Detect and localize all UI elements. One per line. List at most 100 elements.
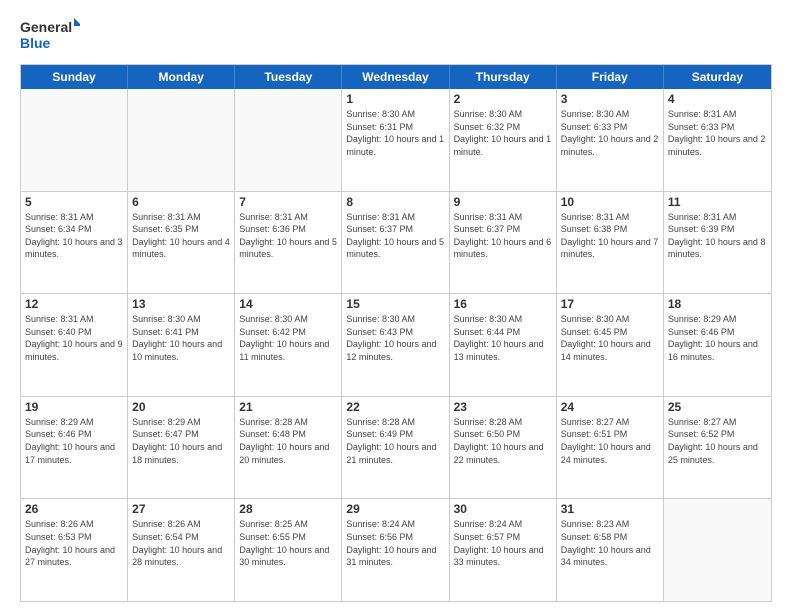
day-info: Sunrise: 8:27 AMSunset: 6:51 PMDaylight:… <box>561 416 659 466</box>
calendar-day-cell: 3 Sunrise: 8:30 AMSunset: 6:33 PMDayligh… <box>557 89 664 191</box>
day-number: 1 <box>346 92 444 106</box>
calendar-day-cell: 18 Sunrise: 8:29 AMSunset: 6:46 PMDaylig… <box>664 294 771 396</box>
calendar-day-cell: 26 Sunrise: 8:26 AMSunset: 6:53 PMDaylig… <box>21 499 128 601</box>
calendar-day-cell: 19 Sunrise: 8:29 AMSunset: 6:46 PMDaylig… <box>21 397 128 499</box>
calendar-day-cell: 12 Sunrise: 8:31 AMSunset: 6:40 PMDaylig… <box>21 294 128 396</box>
calendar-day-cell: 22 Sunrise: 8:28 AMSunset: 6:49 PMDaylig… <box>342 397 449 499</box>
day-info: Sunrise: 8:24 AMSunset: 6:56 PMDaylight:… <box>346 518 444 568</box>
day-number: 31 <box>561 502 659 516</box>
calendar-day-cell: 17 Sunrise: 8:30 AMSunset: 6:45 PMDaylig… <box>557 294 664 396</box>
day-number: 29 <box>346 502 444 516</box>
day-info: Sunrise: 8:31 AMSunset: 6:38 PMDaylight:… <box>561 211 659 261</box>
calendar-day-cell: 23 Sunrise: 8:28 AMSunset: 6:50 PMDaylig… <box>450 397 557 499</box>
calendar-day-cell: 27 Sunrise: 8:26 AMSunset: 6:54 PMDaylig… <box>128 499 235 601</box>
calendar-day-cell: 6 Sunrise: 8:31 AMSunset: 6:35 PMDayligh… <box>128 192 235 294</box>
day-number: 22 <box>346 400 444 414</box>
logo: General Blue <box>20 16 80 54</box>
day-number: 24 <box>561 400 659 414</box>
day-info: Sunrise: 8:31 AMSunset: 6:39 PMDaylight:… <box>668 211 767 261</box>
weekday-header: Monday <box>128 65 235 89</box>
day-number: 17 <box>561 297 659 311</box>
weekday-header: Thursday <box>450 65 557 89</box>
day-number: 13 <box>132 297 230 311</box>
calendar-week-row: 1 Sunrise: 8:30 AMSunset: 6:31 PMDayligh… <box>21 89 771 191</box>
weekday-header: Tuesday <box>235 65 342 89</box>
calendar-day-cell: 20 Sunrise: 8:29 AMSunset: 6:47 PMDaylig… <box>128 397 235 499</box>
day-info: Sunrise: 8:26 AMSunset: 6:54 PMDaylight:… <box>132 518 230 568</box>
day-number: 26 <box>25 502 123 516</box>
weekday-header: Saturday <box>664 65 771 89</box>
day-number: 20 <box>132 400 230 414</box>
day-info: Sunrise: 8:30 AMSunset: 6:45 PMDaylight:… <box>561 313 659 363</box>
day-info: Sunrise: 8:30 AMSunset: 6:42 PMDaylight:… <box>239 313 337 363</box>
day-number: 25 <box>668 400 767 414</box>
day-info: Sunrise: 8:26 AMSunset: 6:53 PMDaylight:… <box>25 518 123 568</box>
day-info: Sunrise: 8:23 AMSunset: 6:58 PMDaylight:… <box>561 518 659 568</box>
calendar-day-cell: 7 Sunrise: 8:31 AMSunset: 6:36 PMDayligh… <box>235 192 342 294</box>
calendar-day-cell: 28 Sunrise: 8:25 AMSunset: 6:55 PMDaylig… <box>235 499 342 601</box>
day-info: Sunrise: 8:28 AMSunset: 6:48 PMDaylight:… <box>239 416 337 466</box>
empty-cell <box>664 499 771 601</box>
weekday-header: Sunday <box>21 65 128 89</box>
day-number: 11 <box>668 195 767 209</box>
weekday-header: Friday <box>557 65 664 89</box>
calendar-day-cell: 10 Sunrise: 8:31 AMSunset: 6:38 PMDaylig… <box>557 192 664 294</box>
calendar-day-cell: 24 Sunrise: 8:27 AMSunset: 6:51 PMDaylig… <box>557 397 664 499</box>
day-info: Sunrise: 8:31 AMSunset: 6:33 PMDaylight:… <box>668 108 767 158</box>
day-info: Sunrise: 8:31 AMSunset: 6:37 PMDaylight:… <box>454 211 552 261</box>
calendar-day-cell: 14 Sunrise: 8:30 AMSunset: 6:42 PMDaylig… <box>235 294 342 396</box>
day-info: Sunrise: 8:29 AMSunset: 6:46 PMDaylight:… <box>668 313 767 363</box>
day-info: Sunrise: 8:31 AMSunset: 6:37 PMDaylight:… <box>346 211 444 261</box>
day-number: 21 <box>239 400 337 414</box>
empty-cell <box>235 89 342 191</box>
calendar-week-row: 5 Sunrise: 8:31 AMSunset: 6:34 PMDayligh… <box>21 191 771 294</box>
calendar-day-cell: 2 Sunrise: 8:30 AMSunset: 6:32 PMDayligh… <box>450 89 557 191</box>
calendar: SundayMondayTuesdayWednesdayThursdayFrid… <box>20 64 772 602</box>
day-number: 5 <box>25 195 123 209</box>
day-number: 15 <box>346 297 444 311</box>
day-info: Sunrise: 8:30 AMSunset: 6:43 PMDaylight:… <box>346 313 444 363</box>
calendar-day-cell: 8 Sunrise: 8:31 AMSunset: 6:37 PMDayligh… <box>342 192 449 294</box>
day-info: Sunrise: 8:30 AMSunset: 6:32 PMDaylight:… <box>454 108 552 158</box>
day-number: 23 <box>454 400 552 414</box>
weekday-header: Wednesday <box>342 65 449 89</box>
day-info: Sunrise: 8:24 AMSunset: 6:57 PMDaylight:… <box>454 518 552 568</box>
calendar-day-cell: 25 Sunrise: 8:27 AMSunset: 6:52 PMDaylig… <box>664 397 771 499</box>
calendar-week-row: 26 Sunrise: 8:26 AMSunset: 6:53 PMDaylig… <box>21 498 771 601</box>
day-info: Sunrise: 8:25 AMSunset: 6:55 PMDaylight:… <box>239 518 337 568</box>
day-info: Sunrise: 8:31 AMSunset: 6:36 PMDaylight:… <box>239 211 337 261</box>
day-number: 3 <box>561 92 659 106</box>
day-number: 18 <box>668 297 767 311</box>
calendar-day-cell: 30 Sunrise: 8:24 AMSunset: 6:57 PMDaylig… <box>450 499 557 601</box>
day-number: 6 <box>132 195 230 209</box>
day-info: Sunrise: 8:30 AMSunset: 6:31 PMDaylight:… <box>346 108 444 158</box>
calendar-day-cell: 15 Sunrise: 8:30 AMSunset: 6:43 PMDaylig… <box>342 294 449 396</box>
day-number: 16 <box>454 297 552 311</box>
day-number: 2 <box>454 92 552 106</box>
day-number: 30 <box>454 502 552 516</box>
day-number: 9 <box>454 195 552 209</box>
svg-text:General: General <box>20 19 72 35</box>
logo-svg: General Blue <box>20 16 80 54</box>
calendar-day-cell: 4 Sunrise: 8:31 AMSunset: 6:33 PMDayligh… <box>664 89 771 191</box>
day-number: 14 <box>239 297 337 311</box>
calendar-body: 1 Sunrise: 8:30 AMSunset: 6:31 PMDayligh… <box>21 89 771 601</box>
day-info: Sunrise: 8:30 AMSunset: 6:41 PMDaylight:… <box>132 313 230 363</box>
calendar-week-row: 19 Sunrise: 8:29 AMSunset: 6:46 PMDaylig… <box>21 396 771 499</box>
day-info: Sunrise: 8:29 AMSunset: 6:46 PMDaylight:… <box>25 416 123 466</box>
day-info: Sunrise: 8:27 AMSunset: 6:52 PMDaylight:… <box>668 416 767 466</box>
day-info: Sunrise: 8:31 AMSunset: 6:34 PMDaylight:… <box>25 211 123 261</box>
empty-cell <box>21 89 128 191</box>
day-number: 19 <box>25 400 123 414</box>
calendar-day-cell: 11 Sunrise: 8:31 AMSunset: 6:39 PMDaylig… <box>664 192 771 294</box>
calendar-day-cell: 9 Sunrise: 8:31 AMSunset: 6:37 PMDayligh… <box>450 192 557 294</box>
svg-text:Blue: Blue <box>20 35 51 51</box>
page-header: General Blue <box>20 16 772 54</box>
day-info: Sunrise: 8:30 AMSunset: 6:33 PMDaylight:… <box>561 108 659 158</box>
day-number: 12 <box>25 297 123 311</box>
day-info: Sunrise: 8:28 AMSunset: 6:49 PMDaylight:… <box>346 416 444 466</box>
day-info: Sunrise: 8:31 AMSunset: 6:40 PMDaylight:… <box>25 313 123 363</box>
calendar-header-row: SundayMondayTuesdayWednesdayThursdayFrid… <box>21 65 771 89</box>
day-number: 7 <box>239 195 337 209</box>
day-number: 28 <box>239 502 337 516</box>
